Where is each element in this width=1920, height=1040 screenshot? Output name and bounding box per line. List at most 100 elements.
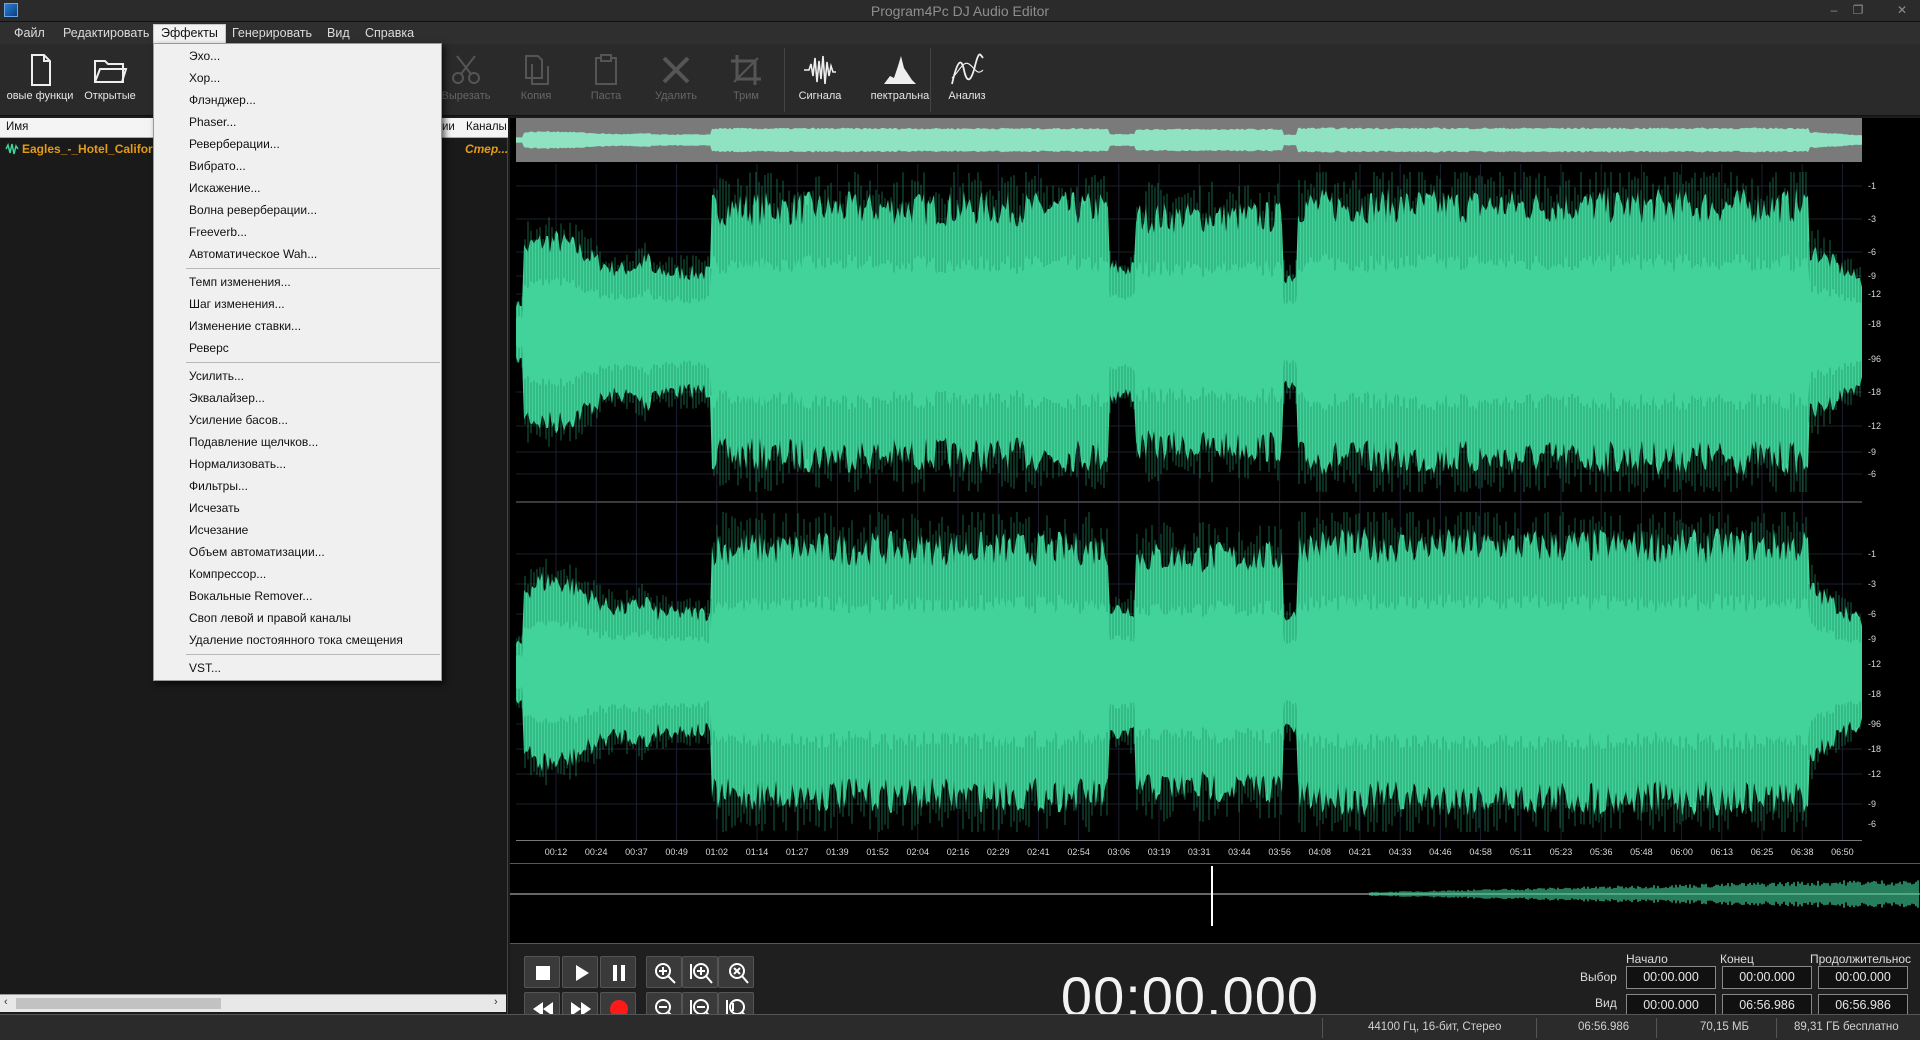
effects-menu-item[interactable]: Флэнджер... bbox=[155, 90, 440, 112]
timeline-tick-label: 01:52 bbox=[866, 847, 889, 857]
timeline-tick-label: 00:49 bbox=[665, 847, 688, 857]
effects-menu-item[interactable]: Нормализовать... bbox=[155, 454, 440, 476]
timeline-tick-label: 06:13 bbox=[1710, 847, 1734, 857]
scale-tick-label: -12 bbox=[1868, 769, 1882, 779]
effects-menu-item[interactable]: Искажение... bbox=[155, 178, 440, 200]
status-size: 70,15 МБ bbox=[1700, 1021, 1750, 1033]
new-label: овые функци bbox=[6, 90, 74, 102]
timeline-tick-label: 03:06 bbox=[1107, 847, 1131, 857]
effects-menu-item[interactable]: Фильтры... bbox=[155, 476, 440, 498]
play-button[interactable] bbox=[562, 956, 598, 988]
timeline-tick-label: 01:02 bbox=[705, 847, 729, 857]
scale-tick-label: -6 bbox=[1868, 609, 1877, 619]
selection-start-field[interactable]: 00:00.000 bbox=[1626, 966, 1716, 989]
timeline-tick-label: 03:19 bbox=[1147, 847, 1171, 857]
timeline-tick-label: 02:04 bbox=[906, 847, 930, 857]
timeline-tick-label: 01:27 bbox=[785, 847, 809, 857]
timeline-tick-label: 02:54 bbox=[1067, 847, 1090, 857]
effects-menu-item[interactable]: Исчезать bbox=[155, 498, 440, 520]
column-name-header[interactable]: Имя bbox=[6, 121, 28, 133]
spectral-button[interactable]: пектральна bbox=[864, 52, 936, 112]
effects-menu-item[interactable]: Реверберации... bbox=[155, 134, 440, 156]
status-length: 06:56.986 bbox=[1578, 1021, 1630, 1033]
effects-menu-item[interactable]: Шаг изменения... bbox=[155, 294, 440, 316]
new-file-icon bbox=[31, 54, 51, 86]
overview-waveform[interactable] bbox=[516, 118, 1862, 162]
effects-menu-item[interactable]: Реверс bbox=[155, 338, 440, 360]
timeline-tick-label: 05:23 bbox=[1549, 847, 1573, 857]
zoom-selection-button[interactable] bbox=[682, 956, 718, 988]
menu-bar: Файл Редактировать Эффекты Генерировать … bbox=[0, 22, 1920, 44]
effects-menu-item[interactable]: Удаление постоянного тока смещения bbox=[155, 630, 440, 652]
stop-icon bbox=[536, 966, 550, 980]
audio-file-icon bbox=[5, 143, 19, 155]
scroll-right-icon[interactable]: › bbox=[494, 996, 498, 1008]
trim-label: Трим bbox=[733, 90, 759, 102]
file-channels: Стер... bbox=[465, 142, 509, 156]
main-waveform[interactable] bbox=[516, 164, 1862, 840]
minimize-icon[interactable]: – bbox=[1822, 2, 1846, 18]
menu-generate[interactable]: Генерировать bbox=[225, 25, 319, 43]
paste-button[interactable]: Паста bbox=[570, 52, 642, 112]
scale-tick-label: -96 bbox=[1868, 354, 1882, 364]
selection-end-field[interactable]: 00:00.000 bbox=[1722, 966, 1812, 989]
effects-menu-item[interactable]: Усиление басов... bbox=[155, 410, 440, 432]
menu-file[interactable]: Файл bbox=[7, 25, 52, 43]
effects-menu-item[interactable]: Своп левой и правой каналы bbox=[155, 608, 440, 630]
scroll-left-icon[interactable]: ‹ bbox=[4, 996, 8, 1008]
effects-menu-item[interactable]: Волна реверберации... bbox=[155, 200, 440, 222]
menu-separator bbox=[186, 654, 440, 655]
timeline-tick-label: 00:37 bbox=[625, 847, 648, 857]
timeline-tick-label: 01:14 bbox=[745, 847, 769, 857]
effects-menu-item[interactable]: Компрессор... bbox=[155, 564, 440, 586]
new-button[interactable]: овые функци bbox=[4, 52, 76, 112]
effects-menu-item[interactable]: Исчезание bbox=[155, 520, 440, 542]
timeline-tick-label: 04:21 bbox=[1348, 847, 1372, 857]
zoom-full-button[interactable] bbox=[718, 956, 754, 988]
effects-menu-item[interactable]: Хор... bbox=[155, 68, 440, 90]
effects-menu-item[interactable]: VST... bbox=[155, 658, 440, 680]
timeline-tick-label: 02:16 bbox=[946, 847, 970, 857]
stop-button[interactable] bbox=[524, 956, 560, 988]
maximize-icon[interactable]: ❐ bbox=[1846, 2, 1870, 18]
scroll-thumb[interactable] bbox=[16, 998, 221, 1009]
effects-menu-item[interactable]: Объем автоматизации... bbox=[155, 542, 440, 564]
menu-separator bbox=[186, 268, 440, 269]
timeline-tick-label: 06:38 bbox=[1790, 847, 1814, 857]
column-partial-header[interactable]: ии bbox=[442, 121, 455, 133]
effects-menu-item[interactable]: Вибрато... bbox=[155, 156, 440, 178]
waveform-icon bbox=[804, 55, 836, 85]
zoom-in-button[interactable] bbox=[646, 956, 682, 988]
timeline-tick-label: 04:33 bbox=[1388, 847, 1412, 857]
menu-help[interactable]: Справка bbox=[358, 25, 421, 43]
menu-effects[interactable]: Эффекты bbox=[153, 24, 226, 44]
copy-button[interactable]: Копия bbox=[500, 52, 572, 112]
effects-menu-item[interactable]: Изменение ставки... bbox=[155, 316, 440, 338]
close-icon[interactable]: ✕ bbox=[1890, 2, 1914, 18]
trim-button[interactable]: Трим bbox=[710, 52, 782, 112]
effects-menu-item[interactable]: Freeverb... bbox=[155, 222, 440, 244]
status-separator bbox=[1536, 1018, 1537, 1038]
zoom-full-icon bbox=[729, 963, 749, 984]
menu-edit[interactable]: Редактировать bbox=[56, 25, 156, 43]
menu-view[interactable]: Вид bbox=[320, 25, 357, 43]
analysis-button[interactable]: Анализ bbox=[931, 52, 1003, 112]
effects-menu-item[interactable]: Вокальные Remover... bbox=[155, 586, 440, 608]
effects-menu-item[interactable]: Подавление щелчков... bbox=[155, 432, 440, 454]
effects-menu-item[interactable]: Эквалайзер... bbox=[155, 388, 440, 410]
effects-menu-item[interactable]: Автоматическое Wah... bbox=[155, 244, 440, 266]
effects-menu-item[interactable]: Усилить... bbox=[155, 366, 440, 388]
horizontal-scrollbar[interactable]: ‹ › bbox=[0, 994, 506, 1012]
spectral-label: пектральна bbox=[870, 90, 930, 102]
signal-button[interactable]: Сигнала bbox=[784, 52, 856, 112]
effects-menu-item[interactable]: Эхо... bbox=[155, 46, 440, 68]
mini-waveform[interactable] bbox=[510, 863, 1920, 943]
delete-button[interactable]: Удалить bbox=[640, 52, 712, 112]
selection-duration-field[interactable]: 00:00.000 bbox=[1818, 966, 1908, 989]
column-channels-header[interactable]: Каналы bbox=[466, 121, 507, 133]
effects-menu-item[interactable]: Темп изменения... bbox=[155, 272, 440, 294]
open-button[interactable]: Открытые bbox=[74, 52, 146, 112]
open-label: Открытые bbox=[84, 90, 136, 102]
pause-button[interactable] bbox=[600, 956, 636, 988]
effects-menu-item[interactable]: Phaser... bbox=[155, 112, 440, 134]
